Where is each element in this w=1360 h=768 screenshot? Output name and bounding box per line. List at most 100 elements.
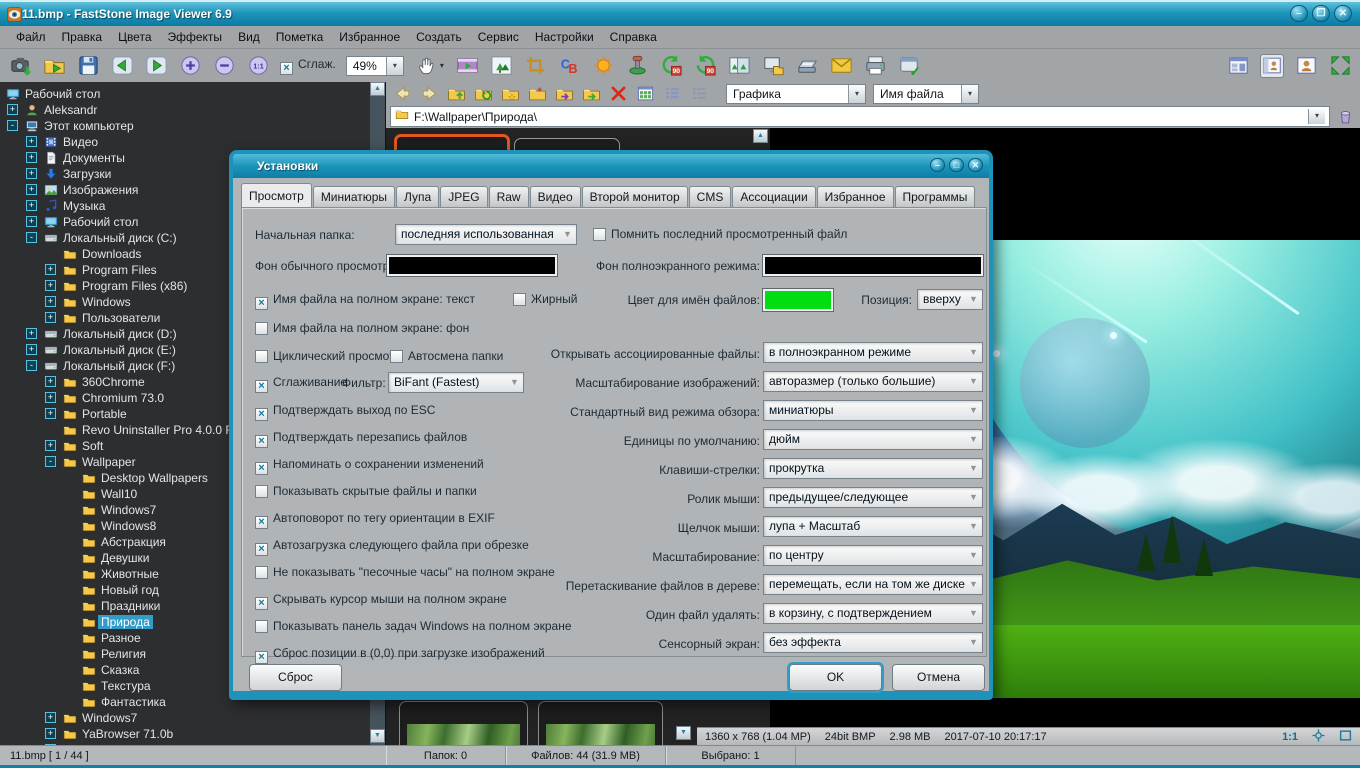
- tree-item-label[interactable]: Фантастика: [98, 695, 169, 709]
- fullscreen-icon[interactable]: [1328, 54, 1352, 78]
- start-folder-select[interactable]: последняя использованная▼: [395, 224, 577, 245]
- slideshow-icon[interactable]: [456, 54, 480, 78]
- select-3[interactable]: дюйм▼: [763, 429, 983, 450]
- tree-item[interactable]: + Видео: [0, 134, 370, 150]
- option-check-5-checkbox[interactable]: ×: [255, 543, 268, 556]
- tree-expand-collapse-icon[interactable]: -: [26, 232, 37, 243]
- smoothing[interactable]: ×Сглаживание: [255, 374, 347, 393]
- fullscreen-filename-text[interactable]: ×Имя файла на полном экране: текст: [255, 291, 475, 310]
- smoothing-checkbox[interactable]: ×: [255, 380, 268, 393]
- tree-item-label[interactable]: Видео: [60, 135, 101, 149]
- view-list-icon[interactable]: [689, 84, 709, 104]
- external-programs-icon[interactable]: [762, 54, 786, 78]
- layout-viewer-icon[interactable]: [1294, 54, 1318, 78]
- actual-size-icon[interactable]: 1:1: [246, 54, 270, 78]
- tree-item-label[interactable]: Portable: [79, 407, 130, 421]
- position-select[interactable]: вверху▼: [917, 289, 983, 310]
- tree-expand-expand-icon[interactable]: +: [26, 216, 37, 227]
- menu-Сервис[interactable]: Сервис: [470, 28, 527, 46]
- path-history-dropdown[interactable]: ▾: [1308, 109, 1325, 124]
- tree-expand-expand-icon[interactable]: +: [26, 184, 37, 195]
- menu-Правка[interactable]: Правка: [54, 28, 111, 46]
- tree-expand-expand-icon[interactable]: +: [26, 168, 37, 179]
- option-check-2-checkbox[interactable]: ×: [255, 462, 268, 475]
- tree-item-label[interactable]: YaBrowser 71.0b: [79, 727, 176, 741]
- copy-to-folder-icon[interactable]: [581, 84, 601, 104]
- close-button[interactable]: ✕: [1334, 5, 1352, 22]
- tab-Второй монитор[interactable]: Второй монитор: [582, 186, 688, 207]
- remember-last-file[interactable]: Помнить последний просмотренный файл: [593, 226, 847, 244]
- menu-Файл[interactable]: Файл: [8, 28, 54, 46]
- view-thumbnails-icon[interactable]: [635, 84, 655, 104]
- tree-item-label[interactable]: Soft: [79, 439, 106, 453]
- menu-Цвета[interactable]: Цвета: [110, 28, 159, 46]
- tree-expand-expand-icon[interactable]: +: [45, 728, 56, 739]
- tree-item-label[interactable]: Windows: [79, 295, 134, 309]
- adjust-colors-icon[interactable]: [592, 54, 616, 78]
- tab-CMS[interactable]: CMS: [689, 186, 732, 207]
- screen-capture-icon[interactable]: [8, 54, 32, 78]
- tree-item-label[interactable]: Девушки: [98, 551, 153, 565]
- tree-item-label[interactable]: Животные: [98, 567, 162, 581]
- dialog-close-button[interactable]: ✕: [968, 158, 983, 172]
- smoothing-checkbox[interactable]: ×: [280, 62, 293, 75]
- fullscreen-filename-text-checkbox[interactable]: ×: [255, 297, 268, 310]
- tree-item-label[interactable]: Program Files (x86): [79, 279, 190, 293]
- tab-JPEG[interactable]: JPEG: [440, 186, 487, 207]
- select-4[interactable]: прокрутка▼: [763, 458, 983, 479]
- up-folder-icon[interactable]: [446, 84, 466, 104]
- tab-Избранное[interactable]: Избранное: [817, 186, 894, 207]
- tree-expand-expand-icon[interactable]: +: [45, 312, 56, 323]
- tree-item-label[interactable]: Новый год: [98, 583, 162, 597]
- rename-icon[interactable]: CB: [558, 54, 582, 78]
- tree-item-label[interactable]: Сказка: [98, 663, 142, 677]
- scan-icon[interactable]: [796, 54, 820, 78]
- tree-expand-expand-icon[interactable]: +: [26, 152, 37, 163]
- option-check-9-checkbox[interactable]: ×: [255, 651, 268, 664]
- tree-item-label[interactable]: Абстракция: [98, 535, 169, 549]
- option-check-0-checkbox[interactable]: ×: [255, 408, 268, 421]
- tree-item-label[interactable]: Загрузки: [60, 167, 114, 181]
- tree-item-label[interactable]: Wallpaper: [79, 455, 139, 469]
- tree-expand-expand-icon[interactable]: +: [45, 392, 56, 403]
- tree-item-label[interactable]: Праздники: [98, 599, 163, 613]
- tree-item[interactable]: Рабочий стол: [0, 86, 370, 102]
- tree-item-label[interactable]: Desktop Wallpapers: [98, 471, 211, 485]
- menu-Пометка[interactable]: Пометка: [268, 28, 332, 46]
- clone-stamp-icon[interactable]: [626, 54, 650, 78]
- select-8[interactable]: перемещать, если на том же диске▼: [763, 574, 983, 595]
- tree-item-label[interactable]: Windows7: [79, 711, 140, 725]
- tree-item-label[interactable]: Локальный диск (F:): [60, 359, 178, 373]
- trash-icon[interactable]: [1334, 107, 1356, 127]
- bold[interactable]: Жирный: [513, 291, 577, 309]
- new-folder-icon[interactable]: *: [527, 84, 547, 104]
- tree-item-label[interactable]: Природа: [98, 615, 153, 629]
- tree-item-label[interactable]: Пользователи: [79, 311, 163, 325]
- tree-expand-expand-icon[interactable]: +: [7, 104, 18, 115]
- sort-select[interactable]: Имя файла▾: [873, 84, 979, 104]
- option-check-6-checkbox[interactable]: [255, 566, 268, 579]
- tree-expand-expand-icon[interactable]: +: [26, 136, 37, 147]
- menu-Создать[interactable]: Создать: [408, 28, 470, 46]
- layout-windows-icon[interactable]: [1226, 54, 1250, 78]
- zoom-out-icon[interactable]: [212, 54, 236, 78]
- cyclic-view-checkbox[interactable]: [255, 350, 268, 363]
- restore-button[interactable]: ❐: [1312, 5, 1330, 22]
- tree-expand-expand-icon[interactable]: +: [45, 712, 56, 723]
- tree-item-label[interactable]: Локальный диск (E:): [60, 343, 179, 357]
- tree-expand-expand-icon[interactable]: +: [45, 296, 56, 307]
- tree-item-label[interactable]: Рабочий стол: [60, 215, 141, 229]
- path-input[interactable]: F:\Wallpaper\Природа\ ▾: [390, 106, 1330, 127]
- tree-item-label[interactable]: Изображения: [60, 183, 141, 197]
- option-check-1-checkbox[interactable]: ×: [255, 435, 268, 448]
- save-as-icon[interactable]: [76, 54, 100, 78]
- select-5[interactable]: предыдущее/следующее▼: [763, 487, 983, 508]
- previous-image-icon[interactable]: [110, 54, 134, 78]
- thumbnail[interactable]: [399, 701, 528, 745]
- refresh-folder-icon[interactable]: [473, 84, 493, 104]
- compare-images-icon[interactable]: [728, 54, 752, 78]
- menu-Вид[interactable]: Вид: [230, 28, 268, 46]
- rotate-right-icon[interactable]: 90: [694, 54, 718, 78]
- tree-expand-expand-icon[interactable]: +: [26, 200, 37, 211]
- cancel-button[interactable]: Отмена: [892, 664, 985, 691]
